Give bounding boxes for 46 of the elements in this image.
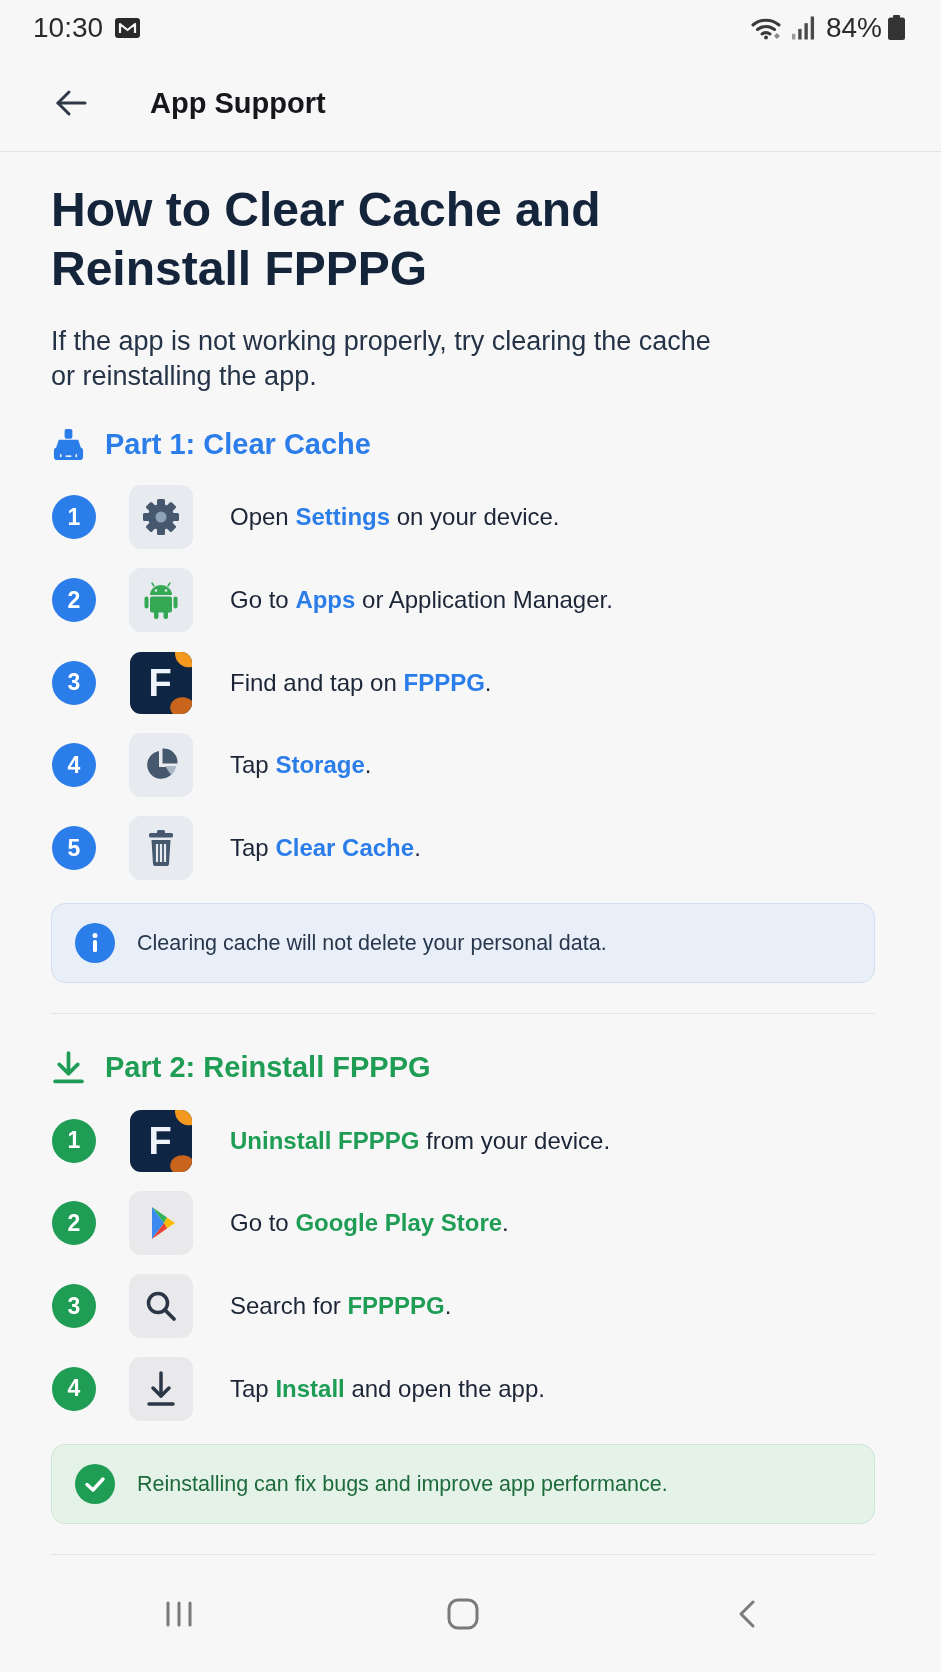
info-icon [75,923,115,964]
status-time: 10:30 [33,11,104,44]
download-icon [129,1356,193,1421]
step-number: 1 [52,1118,96,1163]
battery-percent: 84% [825,11,882,44]
section-heading: Part 2: Reinstall FPPPG [105,1050,431,1084]
recents-icon[interactable] [164,1599,194,1629]
android-icon [129,568,193,633]
step-number: 3 [52,660,96,705]
step-number: 2 [52,578,96,623]
check-circle-icon [75,1464,115,1505]
mail-icon [115,17,141,38]
pie-chart-icon [129,733,193,798]
back-icon[interactable] [737,1599,757,1629]
step-text: Uninstall FPPPG from your device. [230,1126,611,1155]
step-text: Go to Apps or Application Manager. [230,586,613,615]
step-text: Go to Google Play Store. [230,1209,509,1238]
brush-icon [52,427,85,461]
gear-icon [129,485,193,550]
step-number: 4 [52,743,96,788]
step-text: Search for FPPPPG. [230,1292,452,1321]
app-logo: F [129,650,193,715]
back-arrow-icon[interactable] [55,89,87,117]
signal-icon [791,15,815,40]
battery-icon [888,15,905,40]
step-number: 4 [52,1366,96,1411]
note-text: Clearing cache will not delete your personal data. [137,930,607,956]
section-heading: Part 1: Clear Cache [105,427,371,461]
step-number: 5 [52,826,96,871]
step-text: Find and tap on FPPPG. [230,668,492,697]
home-icon[interactable] [447,1598,479,1630]
step-text: Tap Clear Cache. [230,834,421,863]
step-text: Open Settings on your device. [230,503,560,532]
step-number: 3 [52,1284,96,1329]
page-title: How to Clear Cache and Reinstall FPPPG [51,182,602,297]
search-icon [129,1274,193,1339]
app-logo: F [129,1108,193,1173]
step-number: 2 [52,1201,96,1246]
step-text: Tap Storage. [230,751,372,780]
trash-icon [129,816,193,881]
note-text: Reinstalling can fix bugs and improve app performance. [137,1471,668,1497]
download-icon [52,1050,85,1084]
header-title: App Support [150,86,326,120]
intro-text: If the app is not working properly, try clearing the cache or reinstalling the app. [51,325,712,393]
step-text: Tap Install and open the app. [230,1374,545,1403]
step-number: 1 [52,495,96,540]
